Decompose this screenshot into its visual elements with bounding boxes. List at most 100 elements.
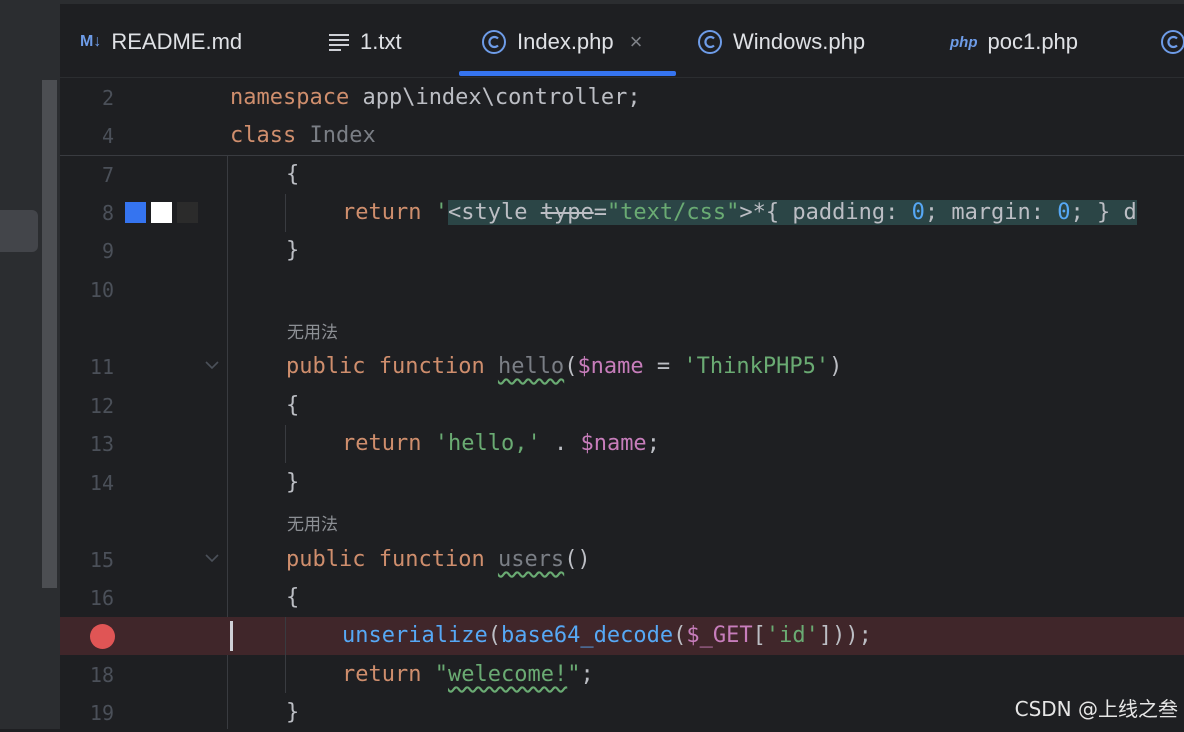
keyword: public [286,354,366,379]
string-quote: ' [434,200,448,225]
injected-css-fragment: <style type="text/css">*{ padding: 0; ma… [447,200,1137,225]
string-quote: " [434,662,448,687]
sticky-line-namespace[interactable]: namespace app\index\controller; [230,79,641,117]
line-number: 16 [89,586,114,610]
function-name: unserialize [342,623,488,648]
line-number: 13 [89,432,114,456]
attribute-value: "text/css" [606,200,740,225]
close-icon[interactable]: × [630,29,643,55]
code-line-11[interactable]: public function hello($name = 'ThinkPHP5… [286,348,842,386]
fold-chevron-icon[interactable] [205,358,219,374]
punctuation: ( [564,354,578,379]
usage-hint[interactable]: 无用法 [287,510,338,535]
project-tool-button[interactable] [0,210,38,252]
tab-index-php[interactable]: Index.php × [481,20,643,64]
line-number: 18 [89,663,114,687]
line-number: 4 [101,124,114,148]
string: 'ThinkPHP5' [683,354,830,379]
color-swatch-white[interactable] [151,202,172,223]
method-name: hello [497,354,565,379]
line-number: 12 [89,394,114,418]
color-swatch-blue[interactable] [125,202,146,223]
tab-1-txt[interactable]: 1.txt [328,20,402,64]
line-number: 2 [101,86,114,110]
keyword: class [230,123,297,148]
php-class-icon [697,29,723,55]
line-number: 15 [89,548,114,572]
breakpoint-icon[interactable] [90,624,115,649]
keyword: namespace [230,85,350,110]
function-name: base64_decode [500,623,674,648]
css-rule: ; margin: [924,200,1058,225]
punctuation: ; [646,431,660,456]
css-rule: >*{ padding: [739,200,912,225]
indent-guide [285,425,286,463]
tab-label: Windows.php [733,29,866,54]
line-number: 9 [101,239,114,263]
punctuation: ; [580,662,594,687]
text-file-icon [328,32,350,52]
code-line-13[interactable]: return 'hello,' . $name; [342,425,660,463]
number: 0 [1057,200,1071,225]
side-scrollbar[interactable] [42,80,57,588]
tab-label: Index.php [517,29,614,54]
tab-label: 1.txt [360,29,402,54]
keyword: return [342,200,422,225]
punctuation: ])); [818,623,872,648]
code-line-17[interactable]: unserialize(base64_decode($_GET['id'])); [342,617,872,655]
line-number: 11 [89,355,114,379]
indent-guide [285,194,286,232]
css-rule: ; } d [1070,200,1137,225]
variable: $name [577,354,644,379]
sticky-line-class[interactable]: class Index [230,117,376,155]
punctuation: [ [752,623,766,648]
tab-bar-top-border [60,0,1184,4]
fold-chevron-icon[interactable] [205,551,219,567]
tab-overflow-php[interactable] [1160,20,1184,64]
code-line-15[interactable]: public function users() [286,541,591,579]
code-line-18[interactable]: return "welecome!"; [342,656,594,694]
code-line-19[interactable]: } [286,694,299,732]
editor-tab-bar: M↓ README.md 1.txt Index.php × Windows.p… [60,0,1184,78]
punctuation: = [643,354,684,379]
code-line-9[interactable]: } [286,232,299,270]
tab-windows-php[interactable]: Windows.php [697,20,865,64]
php-class-icon [1160,29,1184,55]
operator: . [540,431,581,456]
tab-label: README.md [111,29,243,54]
punctuation: () [564,547,591,572]
keyword: function [378,547,485,572]
punctuation: ) [829,354,843,379]
code-line-14[interactable]: } [286,464,299,502]
markdown-icon: M↓ [80,33,102,50]
punctuation: ( [673,623,687,648]
active-tab-indicator [459,71,676,76]
deprecated-attribute: type [540,200,594,225]
string: 'hello,' [434,431,541,456]
keyword: return [342,431,422,456]
php-file-icon: php [950,33,978,51]
usage-hint[interactable]: 无用法 [287,318,338,343]
line-number: 10 [89,278,114,302]
line-number: 8 [101,201,114,225]
left-tool-strip [0,0,60,729]
code-line-12[interactable]: { [286,387,299,425]
method-name: users [497,547,565,572]
tab-label: poc1.php [987,29,1079,54]
string: 'id' [765,623,819,648]
line-number: 7 [101,163,114,187]
tab-readme[interactable]: M↓ README.md [80,20,242,64]
code-line-16[interactable]: { [286,579,299,617]
color-swatch-dark[interactable] [177,202,198,223]
code-line-7[interactable]: { [286,156,299,194]
namespace-path: app\index\controller; [349,85,641,110]
line-number: 19 [89,701,114,725]
tab-poc1-php[interactable]: php poc1.php [950,20,1078,64]
line-number: 14 [89,471,114,495]
class-name: Index [309,123,376,148]
variable: $name [580,431,647,456]
indent-guide [285,617,286,693]
watermark: CSDN @上线之叁 [1014,697,1178,721]
php-class-icon [481,29,507,55]
code-line-8[interactable]: return '<style type="text/css">*{ paddin… [342,194,1137,232]
